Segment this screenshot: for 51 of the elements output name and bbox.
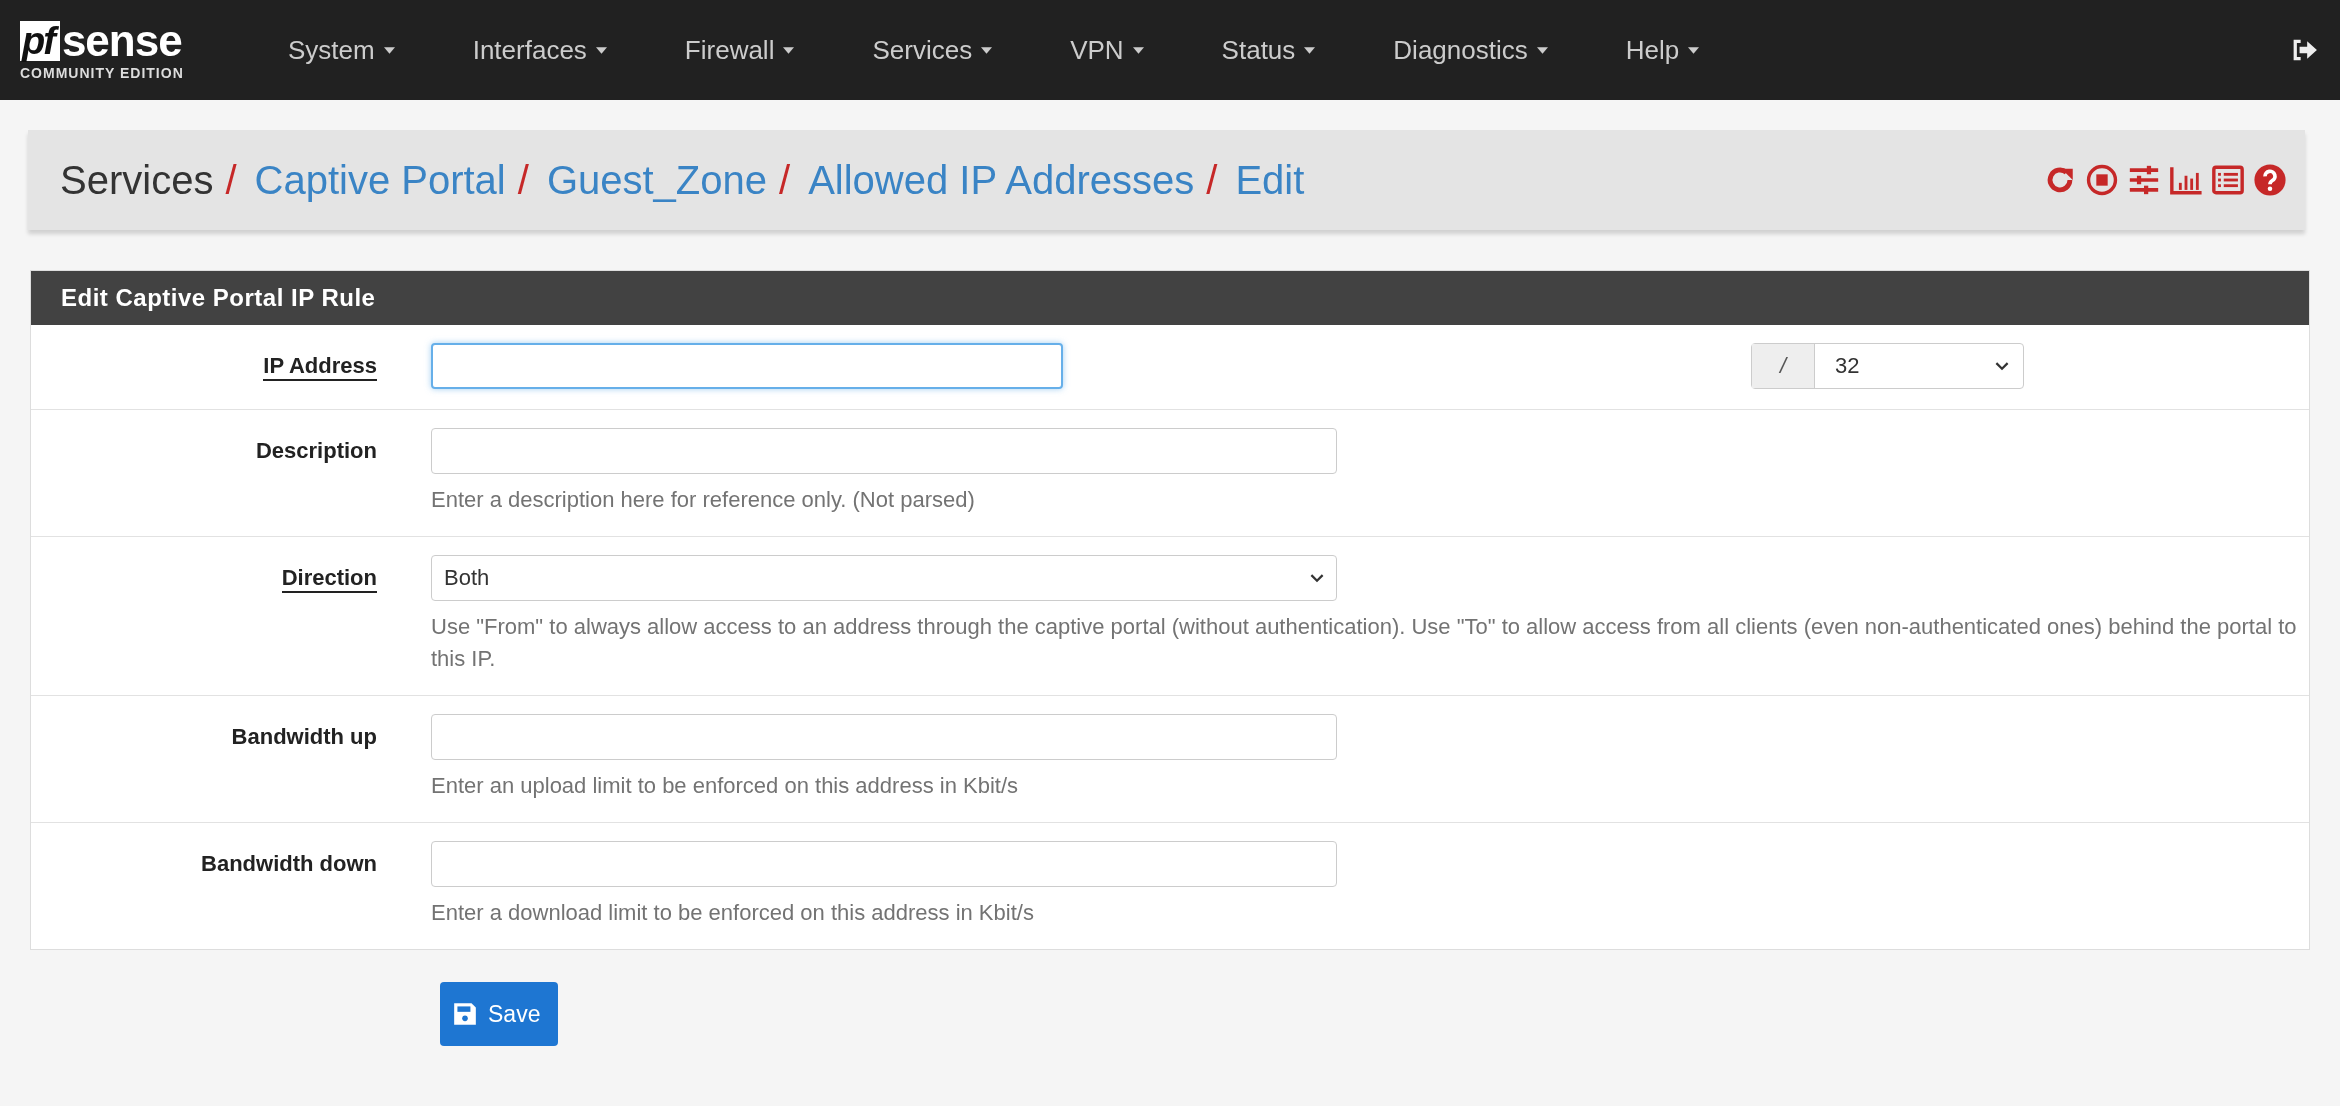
field-label: Description — [255, 438, 377, 463]
field-label: Bandwidth down — [201, 851, 377, 876]
separator-addon: / — [1752, 344, 1815, 388]
list-icon[interactable] — [2211, 163, 2245, 197]
menu-item[interactable]: Diagnostics — [1393, 34, 1548, 66]
help-text: Enter a description here for reference only. (Not parsed) — [431, 486, 976, 514]
caret-icon — [783, 46, 795, 54]
menu-item[interactable]: Services — [872, 34, 993, 66]
help-text: Enter a download limit to be enforced on this address in Kbit/s — [431, 899, 1035, 927]
help-icon[interactable] — [2253, 163, 2287, 197]
logo-edition: COMMUNITY EDITION — [20, 64, 185, 81]
save-button[interactable]: Save — [440, 982, 559, 1046]
breadcrumb-separator: / — [1206, 157, 1218, 203]
logo-mark: pf — [20, 20, 60, 61]
subnet-select[interactable]: / 32 — [1751, 343, 2024, 389]
menu-item[interactable]: Status — [1221, 34, 1316, 66]
caret-icon — [595, 46, 607, 54]
caret-icon — [1536, 46, 1548, 54]
breadcrumb-separator: / — [517, 157, 529, 203]
caret-icon — [1304, 46, 1316, 54]
menu-item[interactable]: VPN — [1070, 34, 1144, 66]
menu-item[interactable]: Firewall — [684, 34, 795, 66]
breadcrumb-separator: / — [225, 157, 237, 203]
input-field[interactable] — [431, 428, 1337, 474]
breadcrumb-text: Services — [60, 157, 214, 203]
help-text: Enter an upload limit to be enforced on this address in Kbit/s — [431, 772, 1019, 800]
field-label[interactable]: Direction — [281, 565, 377, 593]
input-field[interactable] — [431, 343, 1063, 389]
field-label[interactable]: IP Address — [263, 353, 377, 381]
stop-icon[interactable] — [2085, 163, 2119, 197]
menu-item[interactable]: Interfaces — [472, 34, 607, 66]
logo[interactable]: pf sense COMMUNITY EDITION — [20, 19, 230, 81]
menu-item[interactable]: Help — [1625, 34, 1700, 66]
logout-icon[interactable] — [2292, 39, 2318, 61]
chevron-down-icon — [1310, 573, 1324, 583]
help-text: Use "From" to always allow access to an address through the captive portal (without authentication). Use "To" to allow access from all clients (even non-authenticated ones) behind the portal to this IP. — [431, 613, 2298, 673]
caret-icon — [1132, 46, 1144, 54]
caret-icon — [383, 46, 395, 54]
subnet-value: 32 — [1834, 353, 1861, 379]
logo-wordmark: sense — [61, 19, 182, 62]
chevron-down-icon — [1995, 361, 2009, 371]
breadcrumb-separator: / — [779, 157, 791, 203]
input-field[interactable] — [431, 841, 1337, 887]
caret-icon — [981, 46, 993, 54]
menu-item[interactable]: System — [288, 34, 395, 66]
caret-icon — [1688, 46, 1700, 54]
direction-select[interactable]: Both — [431, 555, 1337, 601]
sliders-icon[interactable] — [2127, 163, 2161, 197]
panel-title: Edit Captive Portal IP Rule — [31, 271, 2309, 325]
input-field[interactable] — [431, 714, 1337, 760]
field-label: Bandwidth up — [231, 724, 377, 749]
